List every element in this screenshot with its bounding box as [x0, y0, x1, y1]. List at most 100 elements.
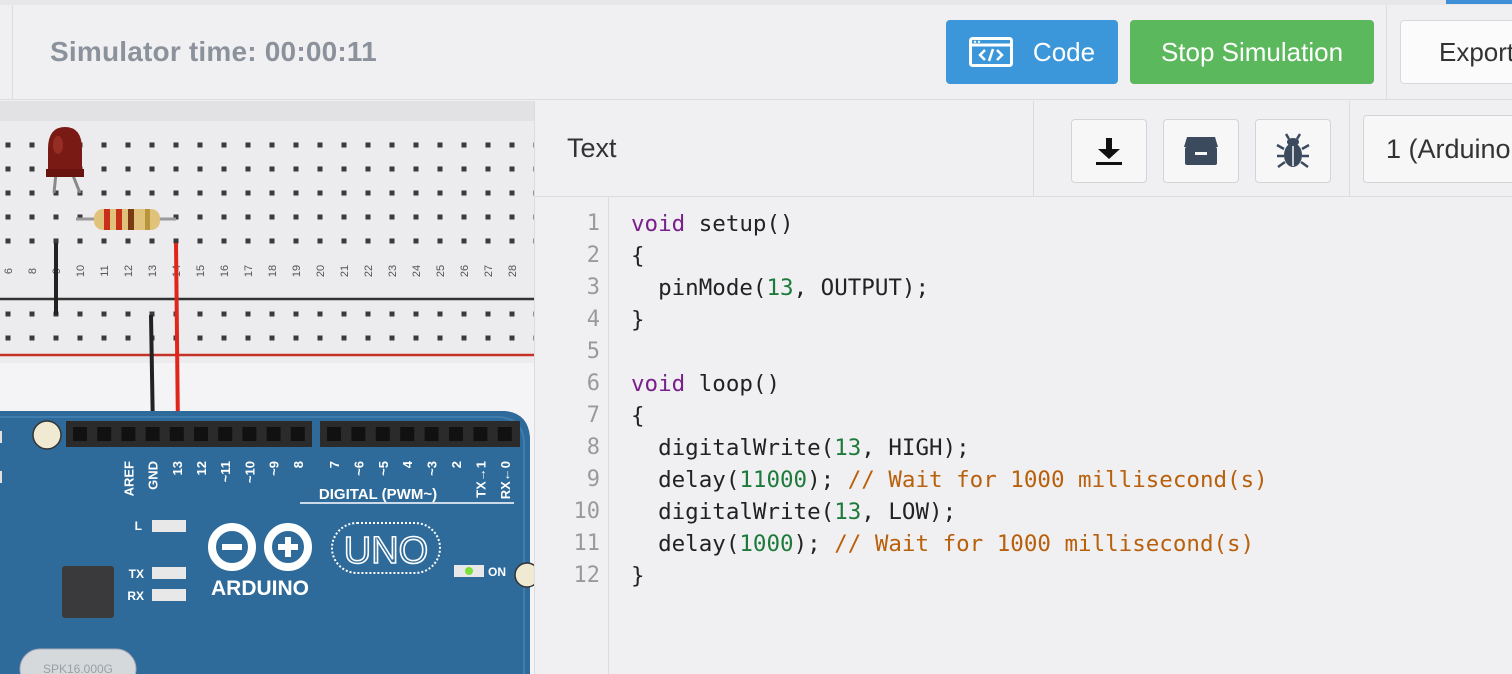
device-select[interactable]: 1 (Arduino Uno R3): [1363, 115, 1512, 183]
code-token: {: [631, 403, 645, 429]
export-button[interactable]: Export: [1400, 20, 1512, 84]
line-number: 9: [586, 467, 600, 492]
code-token: // Wait for 1000 millisecond(s): [834, 531, 1255, 557]
breadboard-hole: [77, 311, 83, 317]
breadboard-hole: [341, 335, 347, 341]
line-number: 6: [586, 371, 600, 396]
breadboard-hole: [197, 190, 203, 196]
breadboard-hole: [389, 166, 395, 172]
breadboard-hole: [221, 214, 227, 220]
header-pin[interactable]: [145, 427, 160, 441]
breadboard-hole: [197, 166, 203, 172]
breadboard-hole: [5, 142, 11, 148]
breadboard-hole: [509, 142, 515, 148]
breadboard-hole: [221, 335, 227, 341]
download-button[interactable]: [1071, 119, 1147, 183]
code-line[interactable]: digitalWrite(13, LOW);: [631, 499, 956, 525]
arduino-uno-board[interactable]: AREF GND 13 12 ~11 ~10 ~9 8 7 ~6 ~5 4 ~3 2 TX→1 RX←0 DI…: [0, 411, 534, 674]
breadboard-hole: [293, 190, 299, 196]
header-pin[interactable]: [218, 427, 233, 441]
code-line[interactable]: {: [631, 243, 645, 269]
crystal-label: SPK16.000G: [43, 662, 113, 674]
header-pin[interactable]: [169, 427, 184, 441]
breadboard-hole: [5, 166, 11, 172]
breadboard-hole: [245, 238, 251, 244]
mounting-hole: [32, 420, 62, 450]
circuit-canvas[interactable]: 6891011121314151617181920212223242526272…: [0, 101, 534, 674]
header-pin[interactable]: [351, 427, 366, 441]
code-editor[interactable]: 1 2 3 4 5 6 7 8 9 10 11 12 void setup(){ pinMode(13…: [534, 197, 1512, 674]
breadboard-hole: [413, 190, 419, 196]
code-button[interactable]: Code: [946, 20, 1118, 84]
breadboard-hole: [101, 166, 107, 172]
breadboard-hole: [197, 142, 203, 148]
header-divider: [1033, 101, 1034, 197]
breadboard-hole: [365, 238, 371, 244]
breadboard-column-number: 12: [123, 265, 135, 277]
debugger-button[interactable]: [1255, 119, 1331, 183]
breadboard-hole: [125, 311, 131, 317]
breadboard-hole: [29, 190, 35, 196]
pin-label: 4: [400, 460, 415, 468]
header-pin[interactable]: [327, 427, 341, 441]
header-pin[interactable]: [449, 427, 463, 441]
led-rx-label: RX: [127, 589, 144, 603]
breadboard-column-number: 16: [219, 265, 231, 277]
breadboard-hole: [509, 214, 515, 220]
pin-label: 13: [170, 461, 185, 475]
breadboard-hole: [245, 214, 251, 220]
header-pin[interactable]: [375, 427, 390, 441]
code-line[interactable]: }: [631, 307, 645, 333]
breadboard-hole: [149, 190, 155, 196]
code-token: setup(): [685, 211, 794, 237]
header-pin[interactable]: [242, 427, 257, 441]
breadboard-hole: [437, 214, 443, 220]
code-line[interactable]: void setup(): [631, 211, 794, 237]
breadboard-hole: [413, 214, 419, 220]
breadboard-hole: [173, 142, 179, 148]
led-l: [152, 520, 186, 532]
breadboard-hole: [389, 335, 395, 341]
code-line[interactable]: delay(11000); // Wait for 1000 milliseco…: [631, 467, 1268, 493]
bug-icon: [1276, 133, 1310, 169]
header-pin[interactable]: [424, 427, 439, 441]
toolbar-accent: [1446, 0, 1512, 4]
code-token: void: [631, 211, 686, 237]
header-pin[interactable]: [497, 427, 512, 441]
header-pin[interactable]: [266, 427, 281, 441]
code-token: // Wait for 1000 millisecond(s): [847, 467, 1268, 493]
editor-mode-label[interactable]: Text: [567, 133, 617, 164]
breadboard-hole: [29, 311, 35, 317]
red-wire-pin13[interactable]: [174, 242, 180, 434]
breadboard-hole: [341, 311, 347, 317]
line-number: 10: [573, 499, 601, 524]
header-pin[interactable]: [400, 427, 415, 441]
breadboard-hole: [293, 166, 299, 172]
breadboard-hole: [77, 238, 83, 244]
header-pin[interactable]: [473, 427, 488, 441]
breadboard-hole: [365, 190, 371, 196]
header-pin[interactable]: [121, 427, 136, 441]
header-pin[interactable]: [97, 427, 112, 441]
code-line[interactable]: {: [631, 403, 645, 429]
breadboard-hole: [437, 166, 443, 172]
code-line[interactable]: delay(1000); // Wait for 1000 millisecon…: [631, 531, 1254, 557]
line-number: 4: [586, 307, 600, 332]
header-pin[interactable]: [194, 427, 208, 441]
header-pin[interactable]: [73, 427, 87, 441]
breadboard-column-number: 11: [99, 265, 111, 276]
breadboard-hole: [485, 190, 491, 196]
breadboard-hole: [389, 214, 395, 220]
breadboard-hole: [341, 142, 347, 148]
code-line[interactable]: void loop(): [631, 371, 780, 397]
breadboard-hole: [293, 238, 299, 244]
code-line[interactable]: pinMode(13, OUTPUT);: [631, 275, 929, 301]
breadboard-column-number: 13: [147, 265, 159, 277]
breadboard-hole: [509, 311, 515, 317]
stop-simulation-button[interactable]: Stop Simulation: [1130, 20, 1374, 84]
header-pin[interactable]: [290, 427, 305, 441]
library-button[interactable]: [1163, 119, 1239, 183]
breadboard-hole: [149, 238, 155, 244]
code-line[interactable]: }: [631, 563, 645, 589]
code-line[interactable]: digitalWrite(13, HIGH);: [631, 435, 970, 461]
